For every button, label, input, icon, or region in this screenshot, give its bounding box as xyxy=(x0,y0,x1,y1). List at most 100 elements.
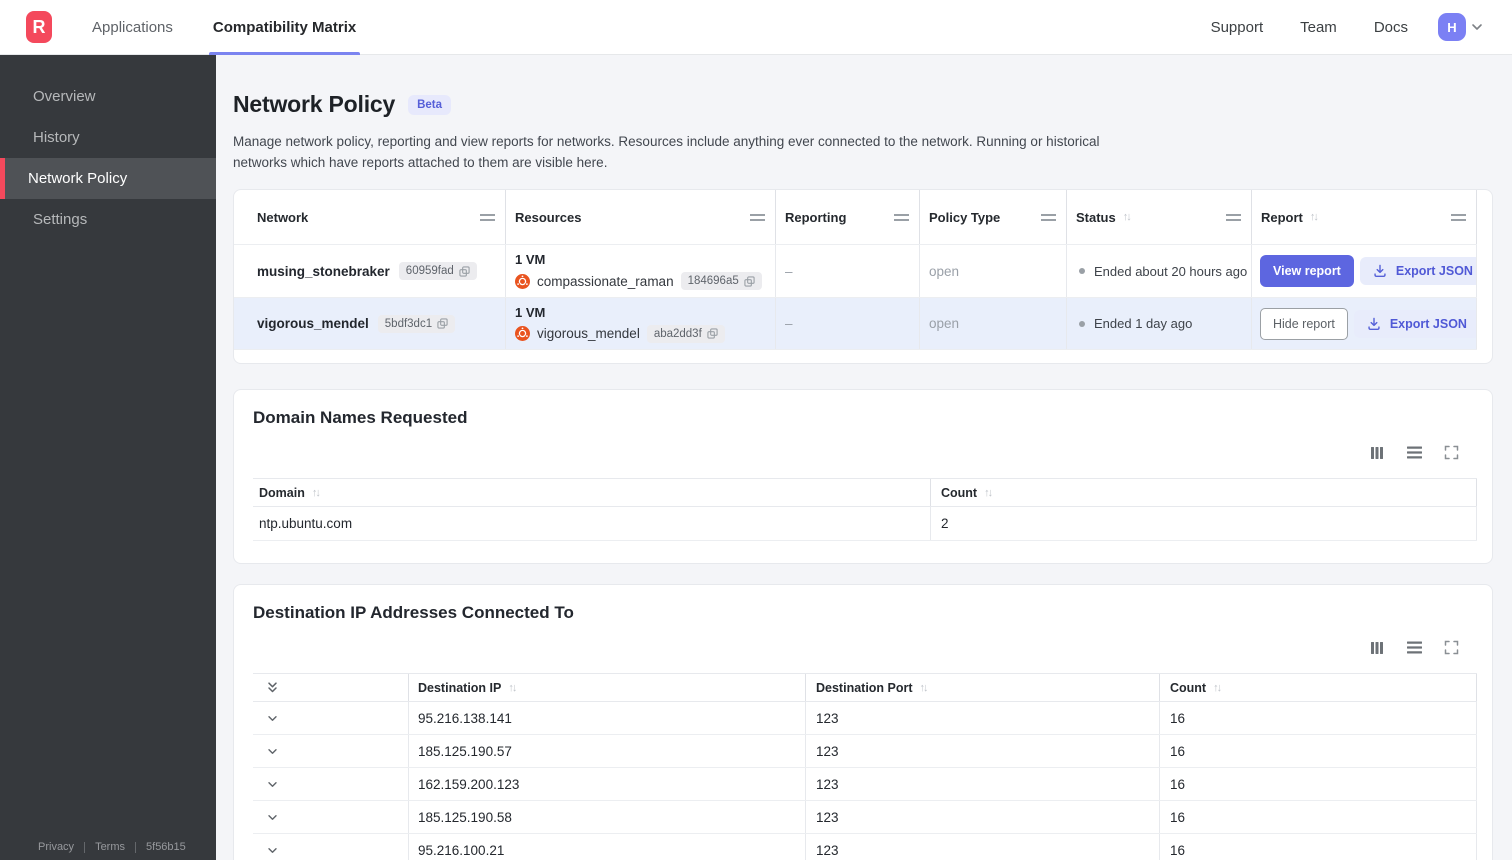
status-text: Ended about 20 hours ago xyxy=(1094,263,1248,279)
sort-icon[interactable]: ↑↓ xyxy=(920,682,929,694)
column-resize-icon[interactable] xyxy=(480,213,495,221)
nav-support-link[interactable]: Support xyxy=(1211,19,1264,36)
export-json-button[interactable]: Export JSON xyxy=(1353,309,1476,338)
column-header-count[interactable]: Count ↑↓ xyxy=(931,479,1477,506)
chevron-down-icon[interactable] xyxy=(1470,20,1484,34)
destination-port-cell: 123 xyxy=(806,834,1160,860)
nav-team-link[interactable]: Team xyxy=(1300,19,1337,36)
column-header-network[interactable]: Network xyxy=(234,190,506,244)
download-icon xyxy=(1368,317,1380,330)
destination-port-cell: 123 xyxy=(806,735,1160,767)
row-density-icon[interactable] xyxy=(1406,445,1423,460)
page-title: Network Policy xyxy=(233,91,396,117)
sort-icon[interactable]: ↑↓ xyxy=(1310,211,1319,223)
column-header-report[interactable]: Report ↑↓ xyxy=(1252,190,1477,244)
resource-count: 1 VM xyxy=(515,252,546,267)
column-label: Destination IP xyxy=(418,680,502,695)
chevron-down-icon[interactable] xyxy=(266,844,279,857)
resource-name: compassionate_raman xyxy=(537,273,674,289)
network-name: vigorous_mendel xyxy=(257,316,369,331)
export-json-button[interactable]: Export JSON xyxy=(1359,257,1476,285)
sort-icon[interactable]: ↑↓ xyxy=(1123,211,1132,223)
sidebar: Overview History Network Policy Settings… xyxy=(0,55,216,860)
sidebar-item-settings[interactable]: Settings xyxy=(0,199,216,240)
resource-id: 184696a5 xyxy=(687,275,739,287)
domains-card: Domain Names Requested Domain ↑↓ Count ↑… xyxy=(233,389,1493,564)
domains-table-header: Domain ↑↓ Count ↑↓ xyxy=(253,478,1477,507)
column-resize-icon[interactable] xyxy=(1041,213,1056,221)
column-header-reporting[interactable]: Reporting xyxy=(776,190,920,244)
copy-icon[interactable] xyxy=(459,265,470,277)
secondary-links: Support Team Docs xyxy=(1211,19,1408,36)
expand-row-button[interactable] xyxy=(253,735,409,767)
footer-divider xyxy=(84,841,86,853)
network-id-badge[interactable]: 5bdf3dc1 xyxy=(377,314,456,333)
policy-type-cell: open xyxy=(920,298,1067,349)
app-logo[interactable]: R xyxy=(26,11,52,43)
tab-compatibility-matrix[interactable]: Compatibility Matrix xyxy=(208,0,361,55)
column-header-policy-type[interactable]: Policy Type xyxy=(920,190,1067,244)
network-id-badge[interactable]: 60959fad xyxy=(398,262,477,280)
column-resize-icon[interactable] xyxy=(1226,213,1241,221)
column-resize-icon[interactable] xyxy=(1451,213,1466,221)
columns-icon[interactable] xyxy=(1369,640,1385,656)
ips-table-body: 95.216.138.141 123 16 185.125.190.57 123… xyxy=(253,702,1477,860)
sidebar-item-overview[interactable]: Overview xyxy=(0,76,216,117)
sort-icon[interactable]: ↑↓ xyxy=(508,682,517,694)
column-header-destination-ip[interactable]: Destination IP ↑↓ xyxy=(409,674,806,701)
tab-applications[interactable]: Applications xyxy=(90,0,175,55)
expand-row-button[interactable] xyxy=(253,834,409,860)
column-label: Network xyxy=(257,209,309,225)
networks-table-card: Network Resources Reporting Policy Type … xyxy=(233,189,1493,364)
resource-id-badge[interactable]: aba2dd3f xyxy=(646,324,725,343)
destination-ip-cell: 95.216.100.21 xyxy=(409,834,806,860)
resource-id-badge[interactable]: 184696a5 xyxy=(680,272,762,290)
column-header-status[interactable]: Status ↑↓ xyxy=(1067,190,1252,244)
section-title-ips: Destination IP Addresses Connected To xyxy=(253,603,574,622)
expand-row-button[interactable] xyxy=(253,702,409,734)
chevron-down-icon[interactable] xyxy=(266,745,279,758)
terms-link[interactable]: Terms xyxy=(95,841,125,853)
destination-ip-cell: 185.125.190.58 xyxy=(409,801,806,833)
network-cell: vigorous_mendel 5bdf3dc1 xyxy=(234,298,506,349)
copy-icon[interactable] xyxy=(744,275,755,287)
column-label: Reporting xyxy=(785,209,847,225)
column-label: Report xyxy=(1261,209,1303,225)
avatar[interactable]: H xyxy=(1438,13,1466,41)
privacy-link[interactable]: Privacy xyxy=(38,841,74,853)
chevron-down-icon[interactable] xyxy=(266,778,279,791)
fullscreen-icon[interactable] xyxy=(1444,445,1459,460)
sort-icon[interactable]: ↑↓ xyxy=(312,487,321,499)
column-header-destination-port[interactable]: Destination Port ↑↓ xyxy=(806,674,1160,701)
destination-ip-cell: 162.159.200.123 xyxy=(409,768,806,800)
destination-ip-cell: 185.125.190.57 xyxy=(409,735,806,767)
column-resize-icon[interactable] xyxy=(894,213,909,221)
nav-docs-link[interactable]: Docs xyxy=(1374,19,1408,36)
expand-all-rows-button[interactable] xyxy=(253,674,409,701)
fullscreen-icon[interactable] xyxy=(1444,640,1459,655)
column-header-count[interactable]: Count ↑↓ xyxy=(1160,674,1477,701)
sort-icon[interactable]: ↑↓ xyxy=(1213,682,1222,694)
columns-icon[interactable] xyxy=(1369,445,1385,461)
copy-icon[interactable] xyxy=(707,328,718,339)
network-cell: musing_stonebraker 60959fad xyxy=(234,245,506,297)
chevron-down-icon[interactable] xyxy=(266,811,279,824)
user-menu[interactable]: H xyxy=(1438,13,1484,41)
networks-table: Network Resources Reporting Policy Type … xyxy=(234,190,1477,350)
column-resize-icon[interactable] xyxy=(750,213,765,221)
report-toggle-button[interactable]: View report xyxy=(1260,255,1354,287)
chevron-down-icon[interactable] xyxy=(266,712,279,725)
sidebar-item-history[interactable]: History xyxy=(0,117,216,158)
column-label: Domain xyxy=(259,485,305,500)
row-density-icon[interactable] xyxy=(1406,640,1423,655)
report-toggle-button[interactable]: Hide report xyxy=(1260,307,1348,340)
column-header-resources[interactable]: Resources xyxy=(506,190,776,244)
expand-row-button[interactable] xyxy=(253,801,409,833)
count-cell: 16 xyxy=(1160,768,1477,800)
sort-icon[interactable]: ↑↓ xyxy=(984,487,993,499)
column-header-domain[interactable]: Domain ↑↓ xyxy=(253,479,931,506)
sidebar-item-network-policy[interactable]: Network Policy xyxy=(0,158,216,199)
table-row: 95.216.138.141 123 16 xyxy=(253,702,1477,735)
copy-icon[interactable] xyxy=(437,318,448,329)
expand-row-button[interactable] xyxy=(253,768,409,800)
